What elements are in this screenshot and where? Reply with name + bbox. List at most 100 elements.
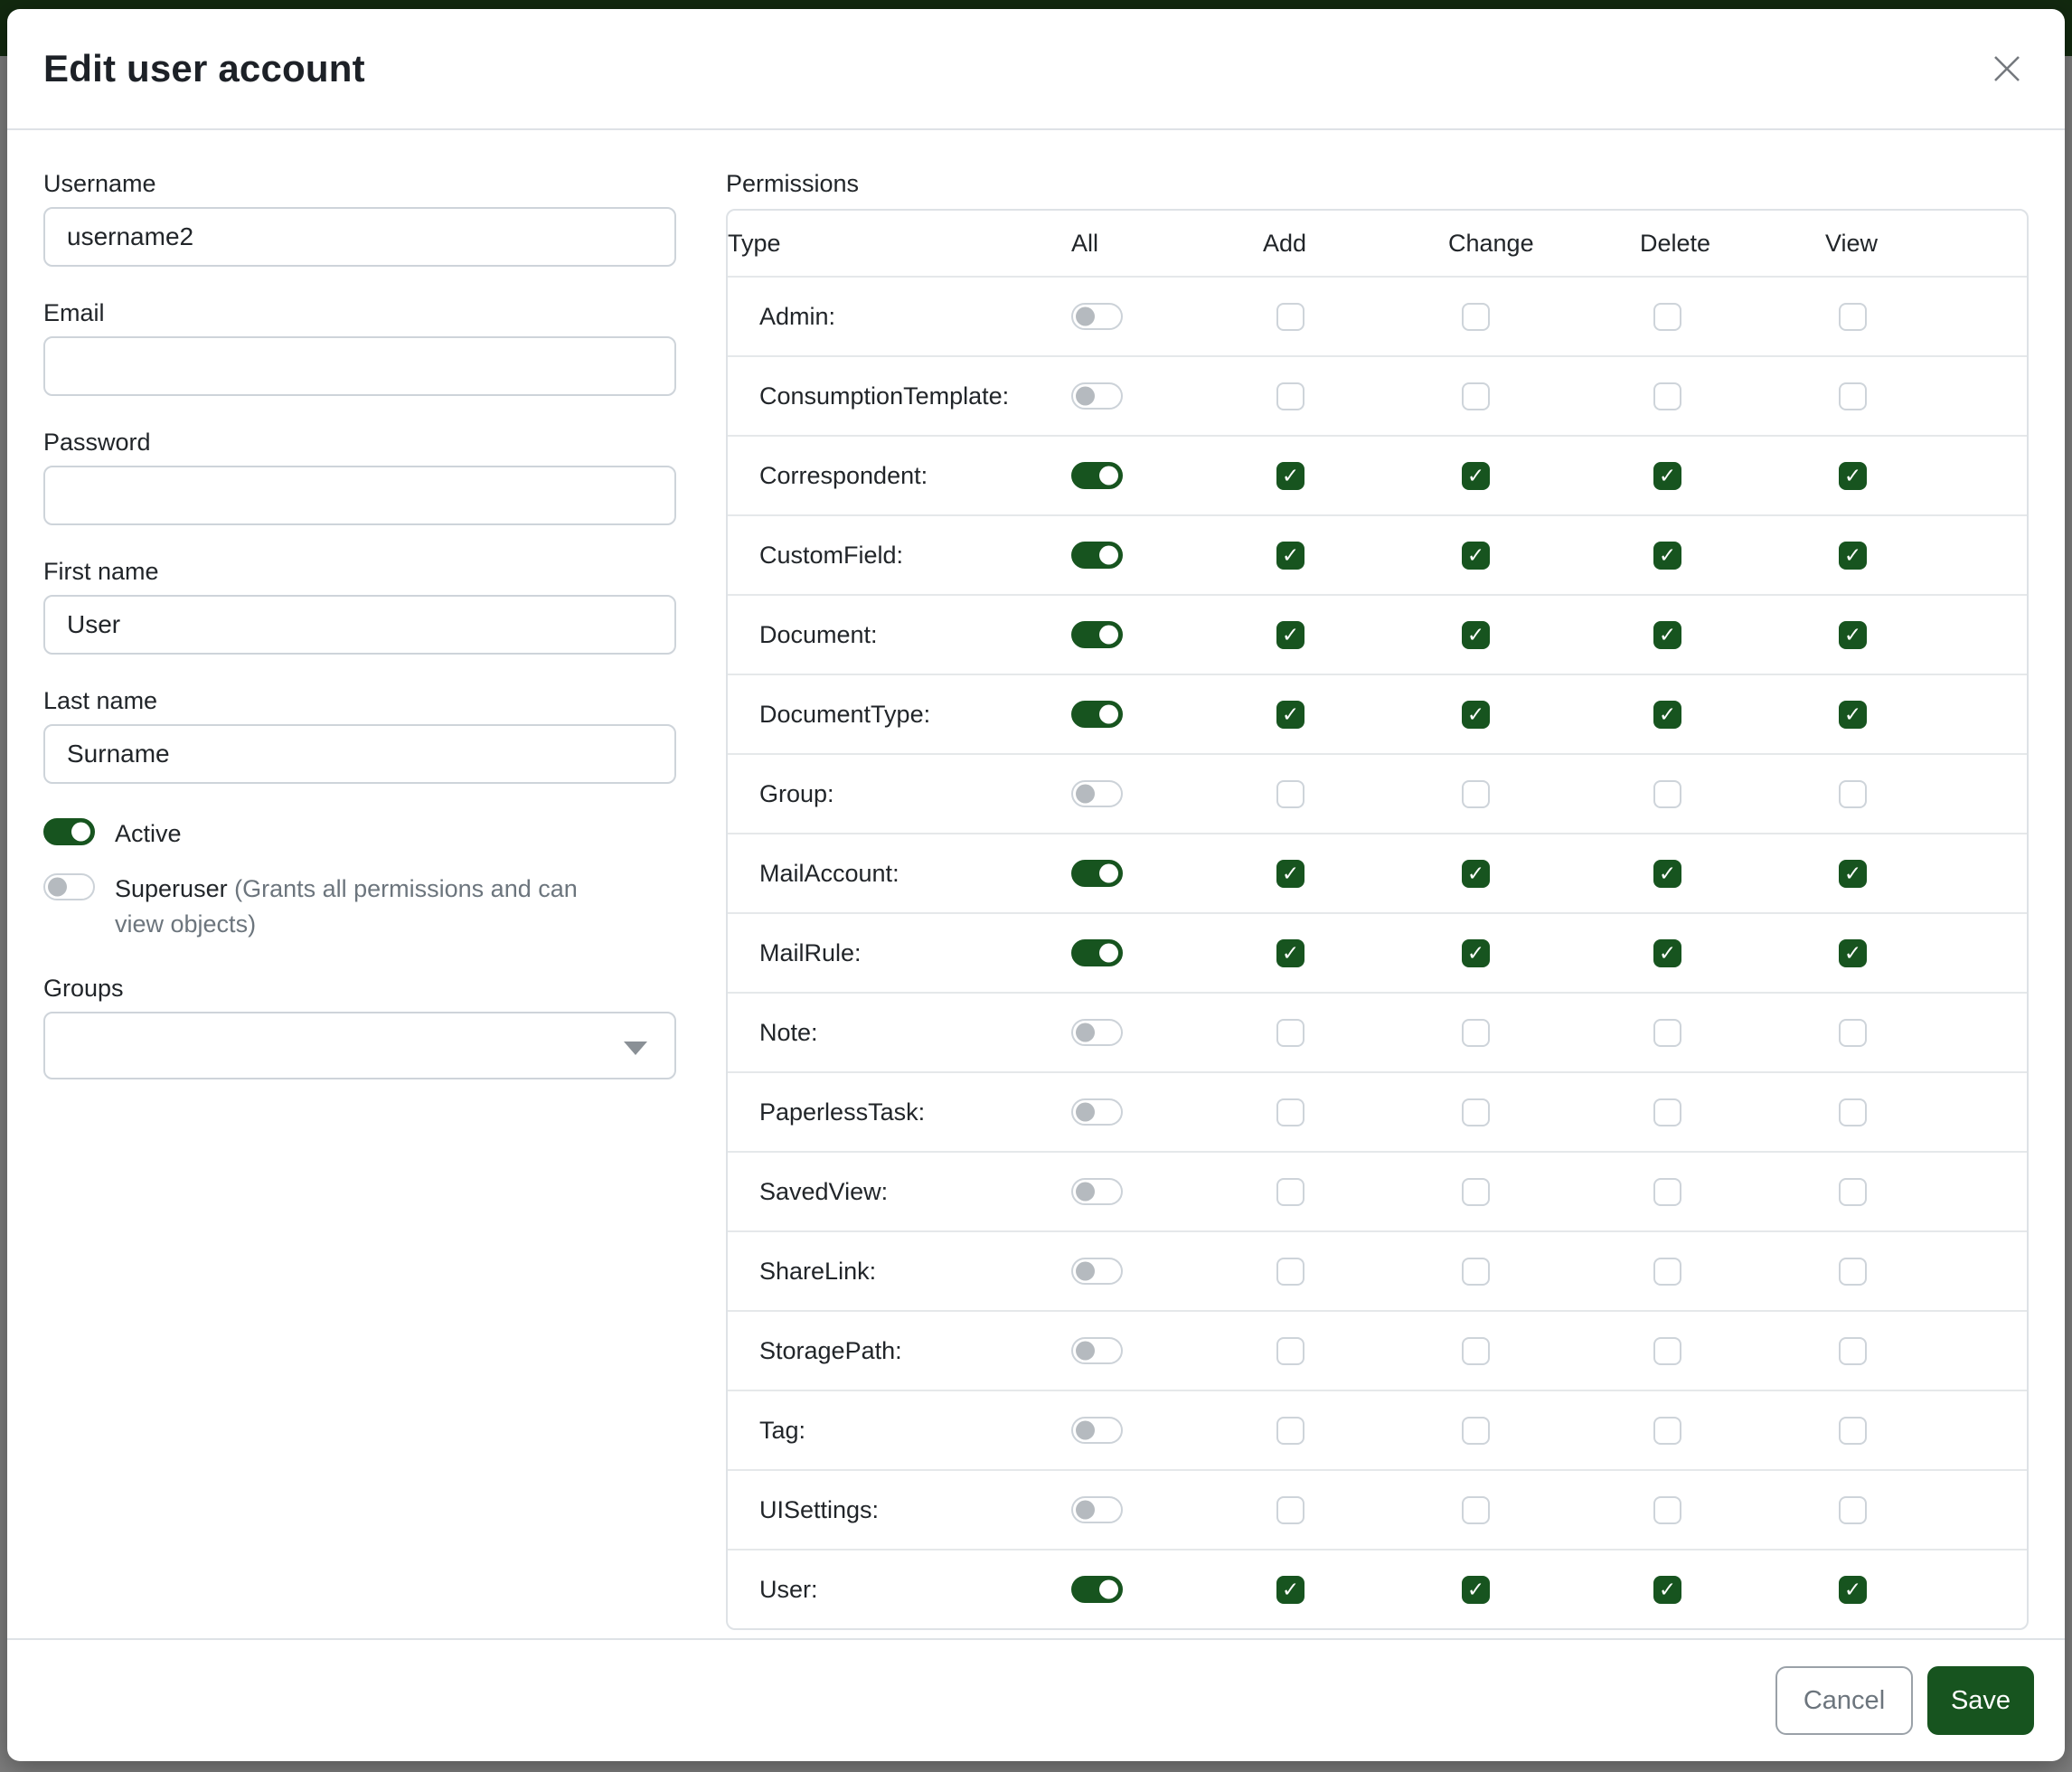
perm-checkbox-delete[interactable]: ✓ — [1653, 860, 1681, 888]
perm-checkbox-view[interactable]: ✓ — [1839, 1576, 1867, 1604]
username-input[interactable] — [43, 207, 676, 267]
check-icon: ✓ — [1282, 863, 1299, 884]
perm-toggle-all[interactable] — [1071, 1098, 1123, 1126]
perm-checkbox-change[interactable]: ✓ — [1462, 542, 1490, 570]
perm-checkbox-view[interactable]: ✓ — [1839, 860, 1867, 888]
perm-toggle-all[interactable] — [1071, 939, 1123, 966]
perm-checkbox-view[interactable]: ✓ — [1839, 1019, 1867, 1047]
email-field[interactable] — [43, 336, 676, 396]
perm-toggle-all[interactable] — [1071, 303, 1123, 330]
perm-checkbox-view[interactable]: ✓ — [1839, 1417, 1867, 1445]
perm-checkbox-view[interactable]: ✓ — [1839, 542, 1867, 570]
perm-toggle-all[interactable] — [1071, 1496, 1123, 1523]
perm-toggle-all[interactable] — [1071, 382, 1123, 410]
perm-checkbox-add[interactable]: ✓ — [1276, 1178, 1304, 1206]
perm-checkbox-view[interactable]: ✓ — [1839, 1098, 1867, 1126]
perm-checkbox-delete[interactable]: ✓ — [1653, 1098, 1681, 1126]
perm-checkbox-change[interactable]: ✓ — [1462, 1417, 1490, 1445]
save-button[interactable]: Save — [1927, 1666, 2034, 1735]
perm-checkbox-view[interactable]: ✓ — [1839, 462, 1867, 490]
perm-checkbox-add[interactable]: ✓ — [1276, 1337, 1304, 1365]
perm-checkbox-change[interactable]: ✓ — [1462, 1337, 1490, 1365]
perm-checkbox-change[interactable]: ✓ — [1462, 780, 1490, 808]
perm-checkbox-delete[interactable]: ✓ — [1653, 1417, 1681, 1445]
perm-checkbox-change[interactable]: ✓ — [1462, 701, 1490, 729]
perm-checkbox-delete[interactable]: ✓ — [1653, 1337, 1681, 1365]
perm-checkbox-delete[interactable]: ✓ — [1653, 1576, 1681, 1604]
perm-checkbox-add[interactable]: ✓ — [1276, 621, 1304, 649]
perm-checkbox-add[interactable]: ✓ — [1276, 1417, 1304, 1445]
active-toggle[interactable] — [43, 818, 95, 845]
perm-checkbox-change[interactable]: ✓ — [1462, 939, 1490, 967]
perm-checkbox-add[interactable]: ✓ — [1276, 303, 1304, 331]
perm-toggle-all[interactable] — [1071, 780, 1123, 807]
perm-checkbox-view[interactable]: ✓ — [1839, 1258, 1867, 1286]
perm-checkbox-change[interactable]: ✓ — [1462, 621, 1490, 649]
perm-row-group: Group: ✓ ✓ ✓ ✓ — [728, 753, 2027, 833]
perm-checkbox-view[interactable]: ✓ — [1839, 621, 1867, 649]
perm-checkbox-change[interactable]: ✓ — [1462, 462, 1490, 490]
perm-toggle-all[interactable] — [1071, 1258, 1123, 1285]
password-field[interactable] — [43, 466, 676, 525]
perm-checkbox-view[interactable]: ✓ — [1839, 1178, 1867, 1206]
perm-checkbox-view[interactable]: ✓ — [1839, 701, 1867, 729]
perm-toggle-all[interactable] — [1071, 1417, 1123, 1444]
perm-checkbox-change[interactable]: ✓ — [1462, 1496, 1490, 1524]
perm-checkbox-delete[interactable]: ✓ — [1653, 303, 1681, 331]
perm-checkbox-delete[interactable]: ✓ — [1653, 382, 1681, 410]
perm-checkbox-view[interactable]: ✓ — [1839, 780, 1867, 808]
perm-checkbox-add[interactable]: ✓ — [1276, 1258, 1304, 1286]
perm-checkbox-delete[interactable]: ✓ — [1653, 462, 1681, 490]
perm-checkbox-add[interactable]: ✓ — [1276, 382, 1304, 410]
last-name-field[interactable] — [43, 724, 676, 784]
perm-checkbox-add[interactable]: ✓ — [1276, 462, 1304, 490]
perm-checkbox-delete[interactable]: ✓ — [1653, 939, 1681, 967]
perm-toggle-all[interactable] — [1071, 1178, 1123, 1205]
perm-toggle-all[interactable] — [1071, 1019, 1123, 1046]
check-icon: ✓ — [1282, 625, 1299, 646]
perm-checkbox-view[interactable]: ✓ — [1839, 382, 1867, 410]
perm-checkbox-add[interactable]: ✓ — [1276, 1019, 1304, 1047]
perm-checkbox-change[interactable]: ✓ — [1462, 303, 1490, 331]
perm-toggle-all[interactable] — [1071, 701, 1123, 728]
perm-checkbox-add[interactable]: ✓ — [1276, 939, 1304, 967]
first-name-field[interactable] — [43, 595, 676, 655]
perm-toggle-all[interactable] — [1071, 621, 1123, 648]
perm-toggle-all[interactable] — [1071, 542, 1123, 569]
perm-checkbox-add[interactable]: ✓ — [1276, 780, 1304, 808]
perm-checkbox-delete[interactable]: ✓ — [1653, 1178, 1681, 1206]
perm-checkbox-change[interactable]: ✓ — [1462, 382, 1490, 410]
perm-checkbox-change[interactable]: ✓ — [1462, 860, 1490, 888]
perm-checkbox-add[interactable]: ✓ — [1276, 1576, 1304, 1604]
superuser-toggle[interactable] — [43, 873, 95, 900]
perm-toggle-all[interactable] — [1071, 1337, 1123, 1364]
perm-checkbox-add[interactable]: ✓ — [1276, 542, 1304, 570]
perm-checkbox-change[interactable]: ✓ — [1462, 1178, 1490, 1206]
perm-checkbox-view[interactable]: ✓ — [1839, 303, 1867, 331]
perm-checkbox-delete[interactable]: ✓ — [1653, 542, 1681, 570]
close-button[interactable] — [1985, 47, 2029, 90]
perm-checkbox-delete[interactable]: ✓ — [1653, 621, 1681, 649]
perm-checkbox-add[interactable]: ✓ — [1276, 1098, 1304, 1126]
perm-checkbox-change[interactable]: ✓ — [1462, 1098, 1490, 1126]
perm-checkbox-change[interactable]: ✓ — [1462, 1576, 1490, 1604]
perm-toggle-all[interactable] — [1071, 1576, 1123, 1603]
perm-checkbox-view[interactable]: ✓ — [1839, 1337, 1867, 1365]
perm-checkbox-delete[interactable]: ✓ — [1653, 1258, 1681, 1286]
last-name-label: Last name — [43, 687, 681, 715]
perm-checkbox-view[interactable]: ✓ — [1839, 939, 1867, 967]
perm-checkbox-delete[interactable]: ✓ — [1653, 780, 1681, 808]
perm-checkbox-view[interactable]: ✓ — [1839, 1496, 1867, 1524]
perm-checkbox-add[interactable]: ✓ — [1276, 701, 1304, 729]
groups-select[interactable] — [43, 1012, 676, 1079]
perm-toggle-all[interactable] — [1071, 860, 1123, 887]
perm-checkbox-change[interactable]: ✓ — [1462, 1258, 1490, 1286]
perm-checkbox-change[interactable]: ✓ — [1462, 1019, 1490, 1047]
perm-checkbox-add[interactable]: ✓ — [1276, 1496, 1304, 1524]
perm-checkbox-delete[interactable]: ✓ — [1653, 1019, 1681, 1047]
cancel-button[interactable]: Cancel — [1775, 1666, 1913, 1735]
perm-checkbox-delete[interactable]: ✓ — [1653, 701, 1681, 729]
perm-checkbox-add[interactable]: ✓ — [1276, 860, 1304, 888]
perm-toggle-all[interactable] — [1071, 462, 1123, 489]
perm-checkbox-delete[interactable]: ✓ — [1653, 1496, 1681, 1524]
